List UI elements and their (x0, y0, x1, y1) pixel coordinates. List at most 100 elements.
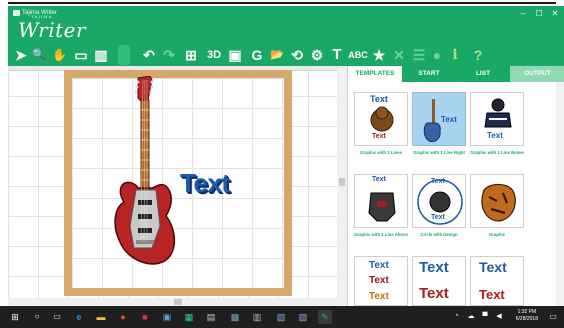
circle-tool[interactable]: ● (430, 45, 444, 65)
thumb-text-bottom: Text (431, 214, 445, 221)
abc-tool[interactable]: ABC (348, 45, 368, 65)
toolbar: ➤ 🔍 ✋ ▭ ▥ ↶ ↷ ⊞ 3D ▣ G 📂 ⟲ ⚙ T ABC ★ ✕ ☰… (8, 44, 564, 66)
card-label: Graphic with 2 Lines (359, 150, 403, 155)
template-card[interactable]: Text (354, 174, 408, 228)
template-card[interactable]: Text Text (354, 92, 408, 146)
maximize-button[interactable]: ☐ (532, 8, 546, 20)
thumb-text-top: Text (370, 94, 388, 104)
football-player-icon (484, 98, 512, 128)
guitar-thumb-icon (423, 99, 441, 142)
notifications-icon[interactable]: ▭ (546, 310, 560, 324)
tajima-writer-taskbar-icon[interactable]: ✎ (318, 310, 332, 324)
app-icon (13, 10, 20, 16)
template-card[interactable] (470, 174, 524, 228)
app-icon-blue[interactable]: ▣ (160, 310, 174, 324)
list-tool[interactable]: ☰ (412, 45, 426, 65)
thumb-text-middle: Text (369, 275, 389, 286)
thumb-text-top: Text (479, 259, 507, 275)
guitar-pickup-3 (138, 228, 152, 233)
template-card[interactable]: Text Text Text (354, 256, 408, 306)
tray-cloud-icon[interactable]: ☁ (464, 310, 478, 324)
redo-button[interactable]: ↷ (162, 45, 176, 65)
grid-tool[interactable]: ⊞ (184, 45, 198, 65)
open-button[interactable]: 📂 (270, 45, 284, 65)
logo-brand: TAJIMA (31, 14, 53, 19)
card-label: Graphic (488, 232, 506, 237)
panel-scrollbar[interactable] (556, 82, 564, 306)
tab-start[interactable]: START (402, 66, 456, 82)
thumb-text-right: Text (441, 115, 457, 124)
clock-time: 1:32 PM (517, 309, 537, 315)
app-icon-window[interactable]: ▧ (274, 310, 288, 324)
tab-output[interactable]: OUTPUT (510, 66, 564, 82)
guitar-bridge (136, 240, 154, 244)
guitar-pickup-1 (138, 200, 152, 205)
tray-volume-icon[interactable]: ◀ (492, 310, 506, 324)
app-icon-green[interactable]: ▦ (182, 310, 196, 324)
tray-chevron-icon[interactable]: ^ (450, 310, 464, 324)
template-card[interactable]: Text Text (470, 256, 524, 306)
title-bar: Tajima Writer TAJIMA Writer – ☐ ✕ (8, 6, 564, 44)
design-text-object[interactable]: Text (180, 168, 230, 199)
pointer-tool[interactable]: ➤ (14, 45, 28, 65)
clock[interactable]: 1:32 PM 6/28/2018 (516, 309, 538, 323)
template-card[interactable]: Text Text (412, 174, 466, 228)
layout-tool[interactable]: ▥ (94, 45, 108, 65)
guitar-pickup-2 (138, 214, 152, 219)
thumb-text-bottom: Text (372, 133, 386, 140)
bear-graphic-icon (370, 106, 394, 132)
thumb-text-top: Text (431, 178, 445, 185)
blank-tool[interactable] (118, 45, 130, 65)
settings-icon[interactable]: ⚙ (310, 45, 324, 65)
guitar-graphic[interactable] (112, 76, 180, 276)
app-icon-doc[interactable]: ▥ (250, 310, 264, 324)
search-icon[interactable]: ○ (30, 310, 44, 324)
new-design-button[interactable]: G (250, 45, 264, 65)
app-icon-gray[interactable]: ▤ (204, 310, 218, 324)
delete-button[interactable]: ✕ (392, 45, 406, 65)
edge-icon[interactable]: e (72, 310, 86, 324)
task-view-icon[interactable]: ▭ (50, 310, 64, 324)
file-explorer-icon[interactable]: ▬ (94, 310, 108, 324)
template-card-selected[interactable]: Text (412, 92, 466, 146)
chrome-icon[interactable]: ● (116, 310, 130, 324)
card-label: Graphic with 1 Line Above (354, 232, 408, 237)
start-button[interactable]: ⊞ (8, 310, 22, 324)
clock-date: 6/28/2018 (515, 316, 538, 322)
thumb-text-top: Text (372, 176, 386, 183)
canvas-horizontal-scrollbar[interactable] (8, 298, 347, 306)
undo-button[interactable]: ↶ (142, 45, 156, 65)
tab-list[interactable]: LIST (456, 66, 510, 82)
template-card[interactable]: Text Text (412, 256, 466, 306)
thumb-text-top: Text (419, 259, 449, 276)
help-button[interactable]: ? (472, 45, 484, 65)
app-icon-red[interactable]: ■ (138, 310, 152, 324)
zoom-tool[interactable]: 🔍 (32, 45, 46, 65)
minimize-button[interactable]: – (516, 8, 530, 20)
canvas-vertical-scrollbar[interactable] (337, 66, 347, 298)
thumb-text-bottom: Text (487, 131, 503, 140)
frame-tool[interactable]: ▣ (228, 45, 242, 65)
info-button[interactable]: i (450, 45, 460, 65)
template-card[interactable]: Text (470, 92, 524, 146)
panel-tabs: TEMPLATES START LIST OUTPUT (348, 66, 564, 82)
close-button[interactable]: ✕ (548, 8, 562, 20)
thumb-text-top: Text (369, 260, 389, 271)
refresh-button[interactable]: ⟲ (290, 45, 304, 65)
app-icon-purple[interactable]: ▨ (296, 310, 310, 324)
windows-taskbar: ⊞ ○ ▭ e ▬ ● ■ ▣ ▦ ▤ ▩ ▥ ▧ ▨ ✎ ^ ☁ ▀ ◀ 1:… (0, 306, 564, 328)
text-tool[interactable]: T (330, 45, 344, 65)
view-tool[interactable]: ▭ (74, 45, 88, 65)
star-tool[interactable]: ★ (372, 45, 386, 65)
tray-network-icon[interactable]: ▀ (478, 310, 492, 324)
helmet-graphic-icon (368, 192, 396, 222)
3d-tool[interactable]: 3D (204, 45, 224, 65)
card-label: Graphic with 1 Line Right (413, 150, 465, 155)
thumb-text-bottom: Text (419, 285, 449, 302)
pan-tool[interactable]: ✋ (52, 45, 67, 65)
tab-templates[interactable]: TEMPLATES (348, 66, 402, 82)
logo-text: Writer (18, 18, 87, 42)
card-label: Graphic with 1 Line Below (470, 150, 524, 155)
app-icon-teal[interactable]: ▩ (228, 310, 242, 324)
guitar-headstock (134, 76, 154, 103)
